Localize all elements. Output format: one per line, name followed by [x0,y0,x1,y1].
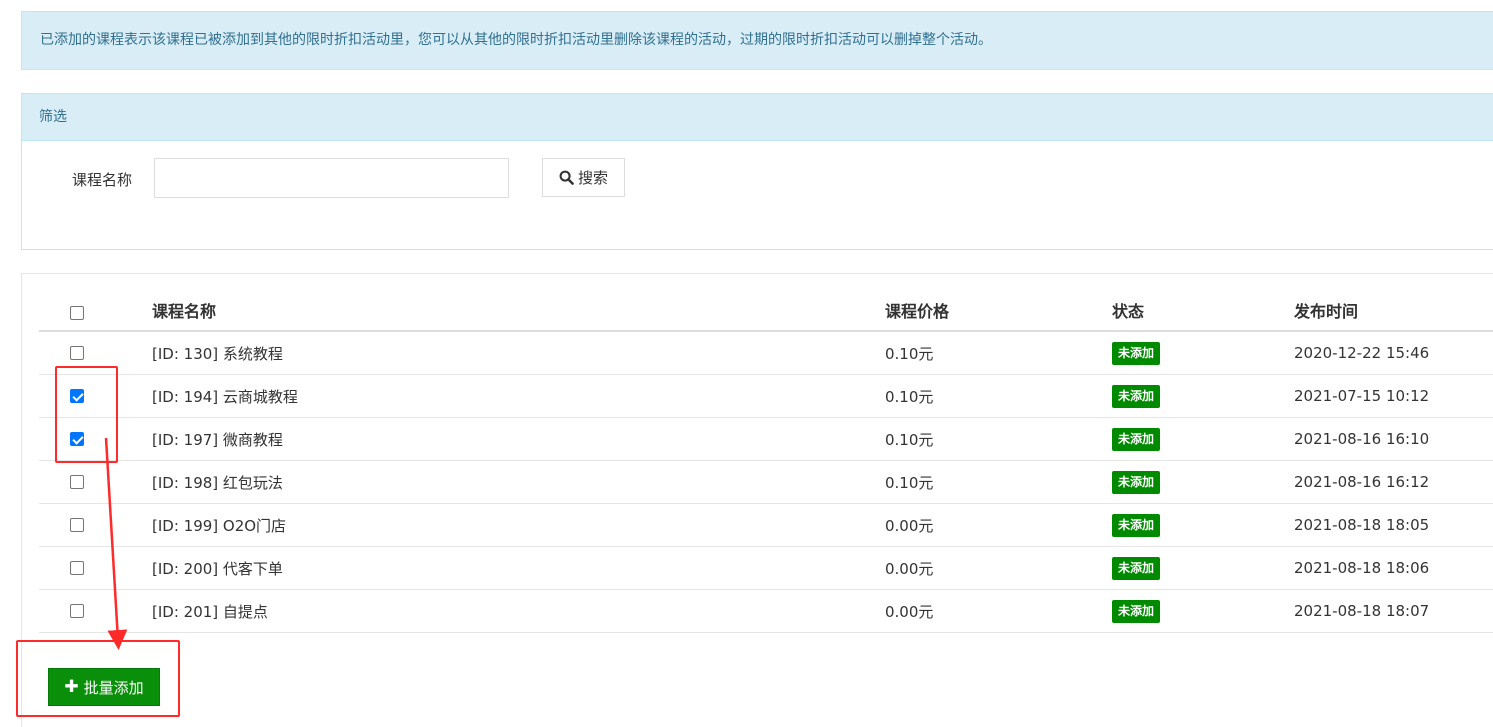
column-header-name: 课程名称 [152,302,217,321]
search-button[interactable]: 搜索 [542,158,625,197]
row-checkbox[interactable] [70,432,84,446]
publish-time: 2021-08-18 18:07 [1294,602,1430,620]
status-cell: 未添加 [1112,590,1161,632]
course-price: 0.00元 [885,516,934,535]
course-name-input[interactable] [154,158,509,198]
table-row: [ID: 199] O2O门店 0.00元 未添加 2021-08-18 18:05 [39,504,1493,547]
course-price: 0.00元 [885,602,934,621]
status-cell: 未添加 [1112,461,1161,503]
table-row: [ID: 130] 系统教程 0.10元 未添加 2020-12-22 15:46 [39,332,1493,375]
course-name: [ID: 130] 系统教程 [152,344,283,363]
status-cell: 未添加 [1112,332,1161,374]
table-header-row: 课程名称 课程价格 状态 发布时间 [39,290,1493,332]
table-row: [ID: 197] 微商教程 0.10元 未添加 2021-08-16 16:10 [39,418,1493,461]
course-price: 0.10元 [885,344,934,363]
info-notice: 已添加的课程表示该课程已被添加到其他的限时折扣活动里，您可以从其他的限时折扣活动… [21,11,1493,70]
row-select-cell [70,504,86,546]
publish-time: 2021-08-16 16:10 [1294,430,1430,448]
select-all-cell [70,293,86,333]
course-name: [ID: 194] 云商城教程 [152,387,298,406]
table-row: [ID: 194] 云商城教程 0.10元 未添加 2021-07-15 10:12 [39,375,1493,418]
status-cell: 未添加 [1112,504,1161,546]
row-select-cell [70,332,86,374]
status-cell: 未添加 [1112,547,1161,589]
row-select-cell [70,418,86,460]
course-name: [ID: 199] O2O门店 [152,516,287,535]
course-price: 0.10元 [885,473,934,492]
row-select-cell [70,590,86,632]
course-price: 0.10元 [885,430,934,449]
status-badge: 未添加 [1112,599,1161,623]
filter-panel: 筛选 课程名称 搜索 [21,93,1493,250]
course-price: 0.10元 [885,387,934,406]
plus-icon: ✚ [64,676,79,697]
batch-add-button[interactable]: ✚ 批量添加 [48,668,160,706]
column-header-time: 发布时间 [1294,302,1359,321]
publish-time: 2021-08-18 18:05 [1294,516,1430,534]
row-checkbox[interactable] [70,389,84,403]
status-badge: 未添加 [1112,513,1161,537]
search-icon [559,170,574,185]
table-row: [ID: 201] 自提点 0.00元 未添加 2021-08-18 18:07 [39,590,1493,633]
course-table: 课程名称 课程价格 状态 发布时间 [ID: 130] 系统教程 0.10元 未添加… [39,290,1493,633]
table-row: [ID: 200] 代客下单 0.00元 未添加 2021-08-18 18:06 [39,547,1493,590]
publish-time: 2020-12-22 15:46 [1294,344,1430,362]
row-select-cell [70,547,86,589]
row-checkbox[interactable] [70,604,84,618]
batch-add-label: 批量添加 [83,678,144,697]
column-header-status: 状态 [1112,302,1145,321]
row-checkbox[interactable] [70,561,84,575]
row-select-cell [70,375,86,417]
course-price: 0.00元 [885,559,934,578]
row-checkbox[interactable] [70,346,84,360]
status-badge: 未添加 [1112,427,1161,451]
row-select-cell [70,461,86,503]
select-all-checkbox[interactable] [70,306,84,320]
column-header-price: 课程价格 [885,302,950,321]
course-name-label: 课程名称 [72,171,133,189]
status-badge: 未添加 [1112,470,1161,494]
course-name: [ID: 197] 微商教程 [152,430,283,449]
publish-time: 2021-08-16 16:12 [1294,473,1430,491]
publish-time: 2021-08-18 18:06 [1294,559,1430,577]
row-checkbox[interactable] [70,475,84,489]
course-name: [ID: 201] 自提点 [152,602,268,621]
publish-time: 2021-07-15 10:12 [1294,387,1430,405]
status-cell: 未添加 [1112,375,1161,417]
status-badge: 未添加 [1112,341,1161,365]
search-button-label: 搜索 [577,169,608,187]
status-badge: 未添加 [1112,556,1161,580]
row-checkbox[interactable] [70,518,84,532]
course-name: [ID: 200] 代客下单 [152,559,283,578]
status-badge: 未添加 [1112,384,1161,408]
course-name: [ID: 198] 红包玩法 [152,473,283,492]
filter-heading: 筛选 [22,94,1493,141]
status-cell: 未添加 [1112,418,1161,460]
table-row: [ID: 198] 红包玩法 0.10元 未添加 2021-08-16 16:12 [39,461,1493,504]
